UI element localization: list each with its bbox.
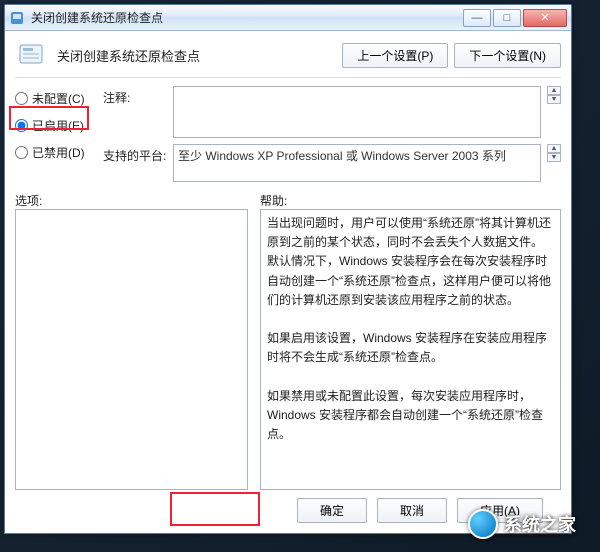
ok-button[interactable]: 确定 xyxy=(297,498,367,523)
radio-disabled[interactable]: 已禁用(D) xyxy=(15,144,95,161)
titlebar[interactable]: 关闭创建系统还原检查点 — □ ✕ xyxy=(5,5,571,31)
comment-scroll-up[interactable]: ▲ xyxy=(547,86,561,95)
radio-not-configured[interactable]: 未配置(C) xyxy=(15,90,95,107)
next-setting-button[interactable]: 下一个设置(N) xyxy=(454,43,561,68)
cancel-button[interactable]: 取消 xyxy=(377,498,447,523)
radio-not-configured-label: 未配置(C) xyxy=(32,90,85,107)
help-label: 帮助: xyxy=(260,192,287,209)
page-title: 关闭创建系统还原检查点 xyxy=(57,46,332,65)
radio-disabled-label: 已禁用(D) xyxy=(32,144,85,161)
radio-enabled-input[interactable] xyxy=(15,119,28,132)
options-label: 选项: xyxy=(15,192,260,209)
comment-textarea[interactable] xyxy=(173,86,541,138)
options-pane[interactable] xyxy=(15,209,248,490)
platform-scroll-up[interactable]: ▲ xyxy=(547,144,561,153)
dialog-window: 关闭创建系统还原检查点 — □ ✕ 关闭创建系统还原检查点 xyxy=(4,4,572,534)
close-button[interactable]: ✕ xyxy=(523,9,567,27)
maximize-button[interactable]: □ xyxy=(493,9,521,27)
platform-box: 至少 Windows XP Professional 或 Windows Ser… xyxy=(173,144,541,182)
radio-enabled[interactable]: 已启用(E) xyxy=(15,117,95,134)
apply-button[interactable]: 应用(A) xyxy=(457,498,543,523)
platform-value: 至少 Windows XP Professional 或 Windows Ser… xyxy=(178,149,506,163)
divider xyxy=(15,77,561,78)
prev-setting-button[interactable]: 上一个设置(P) xyxy=(342,43,448,68)
radio-disabled-input[interactable] xyxy=(15,146,28,159)
help-text: 当出现问题时，用户可以使用“系统还原”将其计算机还原到之前的某个状态，同时不会丢… xyxy=(267,214,554,444)
comment-scroll-down[interactable]: ▼ xyxy=(547,95,561,104)
help-pane[interactable]: 当出现问题时，用户可以使用“系统还原”将其计算机还原到之前的某个状态，同时不会丢… xyxy=(260,209,561,490)
policy-icon xyxy=(15,39,47,71)
radio-not-configured-input[interactable] xyxy=(15,92,28,105)
radio-enabled-label: 已启用(E) xyxy=(32,117,84,134)
app-icon xyxy=(9,10,25,26)
comment-label: 注释: xyxy=(103,86,167,106)
minimize-button[interactable]: — xyxy=(463,9,491,27)
window-title: 关闭创建系统还原检查点 xyxy=(31,9,463,26)
platform-scroll-down[interactable]: ▼ xyxy=(547,153,561,162)
platform-label: 支持的平台: xyxy=(103,144,167,164)
state-radio-group: 未配置(C) 已启用(E) 已禁用(D) xyxy=(15,86,97,182)
annotation-highlight-ok xyxy=(170,492,260,526)
